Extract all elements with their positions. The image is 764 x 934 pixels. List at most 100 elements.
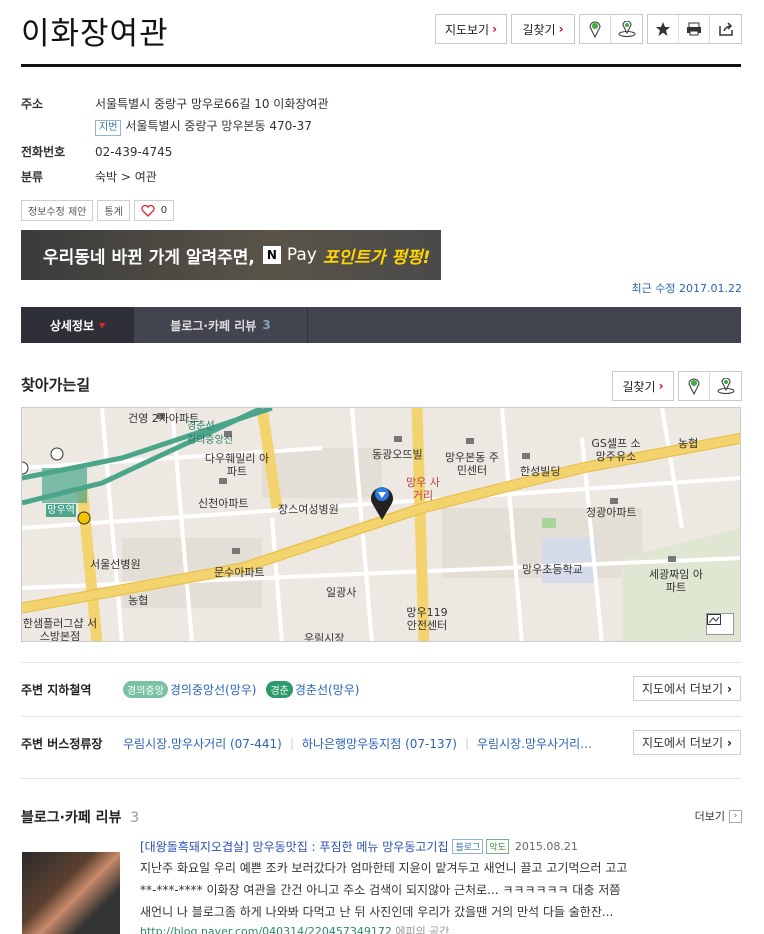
directions-label: 길찾기 — [522, 22, 556, 37]
location-map[interactable]: 건영 2차아파트 다우훼밀리 아파트 신천아파트 동광오뜨빌 망우본동 주민센터… — [21, 407, 741, 642]
road-address: 서울특별시 중랑구 망우로66길 10 이화장여관 — [95, 97, 329, 111]
map-label: 한샘플러그샵 서스방본점 — [22, 617, 98, 642]
blog-more-link[interactable]: 더보기 › — [695, 808, 742, 824]
page-title: 이화장여관 — [21, 16, 169, 52]
like-button[interactable]: 0 — [133, 200, 175, 221]
category-label: 분류 — [21, 170, 44, 184]
share-icon — [718, 22, 733, 36]
chevron-right-icon: › — [727, 681, 732, 696]
map-label: 한성빌딩 — [520, 465, 561, 478]
route-directions-button[interactable]: 길찾기 › — [612, 371, 674, 401]
star-icon — [656, 22, 670, 36]
print-icon — [687, 22, 701, 36]
top-toolbar: 지도보기 › 길찾기 › — [435, 14, 742, 44]
nearby-bus: 주변 버스정류장 우림시장.망우사거리 (07-441) | 하나은행망우동지점 … — [21, 730, 741, 756]
map-label: 동광오뜨빌 — [372, 448, 423, 461]
map-view-button[interactable]: 지도보기 › — [435, 14, 507, 44]
route-pin-group — [579, 14, 643, 44]
line-badge: 경춘 — [266, 680, 293, 698]
stats-button[interactable]: 통계 — [97, 200, 130, 221]
subway-more-button[interactable]: 지도에서 더보기 › — [632, 676, 741, 701]
place-info: 주소 서울특별시 중랑구 망우로66길 10 이화장여관 지번 서울특별시 중랑구… — [21, 96, 741, 194]
tab-blog-review[interactable]: 블로그·카페 리뷰 3 — [134, 307, 308, 343]
map-expand-icon — [707, 614, 721, 625]
favorite-button[interactable] — [648, 15, 679, 43]
suggest-edit-button[interactable]: 정보수정 제안 — [21, 200, 94, 221]
phone-number: 02-439-4745 — [95, 145, 173, 159]
blog-excerpt-line: 새언니 나 블로그좀 하게 나와봐 다먹고 난 뒤 사진인데 우리가 갔을땐 거… — [140, 905, 614, 919]
start-pin-icon — [688, 378, 700, 395]
blog-section-count: 3 — [130, 810, 140, 826]
share-button[interactable] — [710, 15, 741, 43]
bus-stop-link-3[interactable]: 우림시장.망우사거리… — [477, 735, 592, 752]
blog-author[interactable]: 악도 — [486, 839, 509, 854]
content-tabs: 상세정보 ▼ 블로그·카페 리뷰 3 — [21, 307, 741, 343]
title-divider — [21, 64, 741, 67]
category-value: 숙박 > 여관 — [95, 170, 157, 184]
print-button[interactable] — [679, 15, 710, 43]
map-label: 장스여성병원 — [278, 503, 339, 516]
category-row: 분류 숙박 > 여관 — [21, 169, 741, 186]
blog-url[interactable]: http://blog.naver.com/040314/22045734917… — [140, 925, 392, 934]
blog-url-author: 에피의 공간 — [395, 925, 450, 934]
route-pin-group-2 — [678, 371, 742, 401]
start-pin-button[interactable] — [580, 15, 611, 43]
tab-detail[interactable]: 상세정보 ▼ — [21, 307, 134, 343]
divider — [21, 716, 741, 717]
caret-down-icon: ▼ — [99, 320, 106, 330]
end-pin-button[interactable] — [611, 15, 642, 43]
blog-section-label: 블로그·카페 리뷰 — [21, 810, 122, 826]
blog-entry: [대왕돌흑돼지오겹살] 망우동맛집 : 푸짐한 메뉴 망우동고기집 블로그 악도… — [140, 838, 740, 934]
bus-more-label: 지도에서 더보기 — [641, 736, 724, 750]
map-label: 서울선병원 — [90, 558, 141, 571]
blog-more-label: 더보기 — [694, 810, 725, 823]
banner-text: 우리동네 바뀐 가게 알려주면, — [43, 247, 255, 268]
subway-link-2[interactable]: 경춘선(망우) — [295, 681, 360, 698]
bus-stop-link-1[interactable]: 우림시장.망우사거리 (07-441) — [123, 735, 282, 752]
map-label: 우림시장 — [304, 632, 345, 642]
map-label: GS셀프 소망주유소 — [591, 437, 641, 463]
like-count: 0 — [160, 205, 168, 216]
directions-button[interactable]: 길찾기 › — [511, 14, 575, 44]
subway-link-1[interactable]: 경의중앙선(망우) — [170, 681, 257, 698]
map-view-label: 지도보기 — [444, 22, 490, 37]
divider — [21, 662, 741, 663]
promo-banner[interactable]: 우리동네 바뀐 가게 알려주면, N Pay 포인트가 펑펑! — [21, 230, 441, 280]
blog-excerpt-line: 지난주 화요일 우리 예쁜 조카 보러갔다가 엄마한테 지윤이 맡겨두고 새언니… — [140, 861, 628, 875]
end-pin-icon — [618, 21, 635, 37]
bus-label: 주변 버스정류장 — [21, 736, 103, 751]
end-pin-button[interactable] — [710, 372, 741, 400]
tab-blog-label: 블로그·카페 리뷰 — [170, 318, 257, 333]
line-badge: 경의중앙 — [123, 680, 168, 698]
utility-group — [647, 14, 742, 44]
nearby-subway: 주변 지하철역 경의중앙 경의중앙선(망우) 경춘 경춘선(망우) 지도에서 더보기… — [21, 676, 741, 702]
map-label: 다우훼밀리 아파트 — [204, 452, 270, 478]
map-label: 청광아파트 — [586, 506, 637, 519]
start-pin-button[interactable] — [679, 372, 710, 400]
map-label: 망우초등학교 — [522, 563, 583, 576]
start-pin-icon — [589, 21, 601, 38]
bus-stop-link-2[interactable]: 하나은행망우동지점 (07-137) — [302, 735, 457, 752]
expand-map-button[interactable] — [706, 613, 734, 635]
route-directions-label: 길찾기 — [622, 379, 656, 394]
map-label: 망우본동 주민센터 — [444, 451, 500, 477]
route-section-title: 찾아가는길 — [21, 376, 91, 394]
bus-more-button[interactable]: 지도에서 더보기 › — [632, 730, 741, 755]
blog-date: 2015.08.21 — [514, 840, 578, 853]
map-label: 경의중앙선 — [187, 435, 233, 446]
map-label: 농협 — [128, 594, 149, 607]
pay-label: Pay — [286, 245, 317, 265]
end-pin-icon — [717, 378, 734, 394]
chevron-right-icon: › — [492, 22, 498, 36]
jibun-tag: 지번 — [95, 120, 122, 136]
naver-pay-logo: N — [262, 246, 281, 264]
blog-excerpt-line: **-***-**** 이화장 여관을 간건 아니고 주소 검색이 되지않아 근… — [140, 883, 621, 897]
map-label: 망우역 — [46, 504, 76, 517]
chevron-right-icon: › — [658, 379, 664, 393]
phone-row: 전화번호 02-439-4745 — [21, 144, 741, 161]
blog-tag: 블로그 — [452, 839, 484, 854]
blog-entry-title[interactable]: [대왕돌흑돼지오겹살] 망우동맛집 : 푸짐한 메뉴 망우동고기집 — [140, 838, 448, 855]
phone-label: 전화번호 — [21, 145, 66, 159]
blog-thumbnail[interactable] — [22, 852, 120, 934]
address-row: 주소 서울특별시 중랑구 망우로66길 10 이화장여관 지번 서울특별시 중랑구… — [21, 96, 741, 136]
